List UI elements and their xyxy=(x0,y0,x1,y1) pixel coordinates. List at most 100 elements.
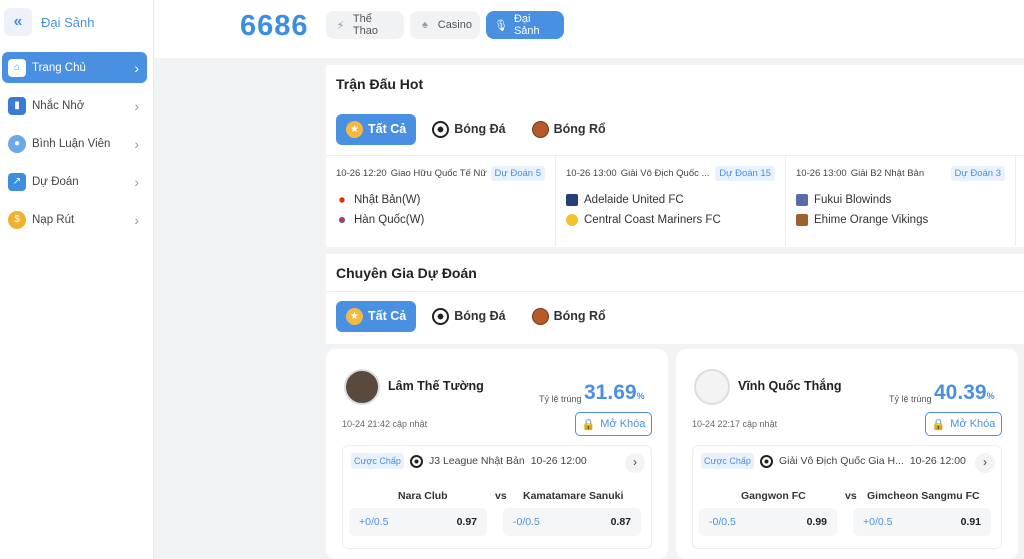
bookmark-icon: ▮ xyxy=(8,96,26,115)
percent-sign: % xyxy=(636,391,645,401)
unlock-label: Mở Khóa xyxy=(950,418,996,430)
tab-label: Bóng Đá xyxy=(454,309,506,323)
tab-basketball[interactable]: Bóng Rổ xyxy=(522,114,616,145)
chevron-right-icon: › xyxy=(134,173,139,190)
soccer-ball-icon xyxy=(759,454,773,468)
star-icon: ★ xyxy=(346,120,363,138)
odds-away[interactable]: +0/0.5 0.91 xyxy=(853,508,991,536)
odds-away[interactable]: -0/0.5 0.87 xyxy=(503,508,641,536)
odds-home[interactable]: -0/0.5 0.99 xyxy=(699,508,837,536)
prediction-badge: Dự Đoán 5 xyxy=(490,166,545,181)
away-team: Ehime Orange Vikings xyxy=(814,214,929,226)
odds-value: 0.97 xyxy=(456,516,477,528)
lock-icon: 🔒 xyxy=(931,418,946,431)
sidebar-item-commentators[interactable]: ● Bình Luận Viên › xyxy=(2,128,147,159)
match-card[interactable]: 10-26 13:00 Giải Vô Địch Quốc ... Dự Đoán … xyxy=(556,156,786,246)
team-crest-icon xyxy=(566,194,578,206)
expert-name: Vĩnh Quốc Thắng xyxy=(738,379,842,393)
updated-time: 10-24 21:42 cập nhật xyxy=(342,419,428,429)
expert-name: Lâm Thế Tường xyxy=(388,379,484,393)
unlock-button[interactable]: 🔒 Mở Khóa xyxy=(575,412,652,436)
japan-flag-icon xyxy=(336,194,348,206)
match-time: 10-26 12:00 xyxy=(909,455,966,467)
chevron-right-icon: › xyxy=(134,135,139,152)
percent-sign: % xyxy=(986,391,995,401)
microphone-icon: 🎙 xyxy=(494,19,508,32)
odds-value: 0.91 xyxy=(960,516,981,528)
bet-type-badge: Cược Chấp xyxy=(351,453,404,469)
hit-rate: 40.39% xyxy=(934,381,995,405)
match-time: 10-26 12:00 xyxy=(530,455,587,467)
match-card[interactable]: 10-26 13:00 Giải B2 Nhật Bản Dự Đoán 3 Fuk… xyxy=(786,156,1016,246)
sidebar-item-reminder[interactable]: ▮ Nhắc Nhở › xyxy=(2,90,147,121)
tab-football[interactable]: Bóng Đá xyxy=(422,114,515,145)
basketball-icon xyxy=(531,120,549,138)
top-bar: 6686 ⚡ Thể Thao ♠ Casino 🎙 Đại Sảnh xyxy=(154,0,1024,58)
prediction-badge: Dự Đoán 3 xyxy=(950,166,1005,181)
hot-match-list: 10-26 12:20 Giao Hữu Quốc Tế Nữ Dự Đoán 5 … xyxy=(326,155,1024,246)
vs-label: vs xyxy=(495,490,507,502)
match-time: 10-26 13:00 xyxy=(796,168,847,179)
chevron-right-icon: › xyxy=(134,97,139,114)
chevron-right-icon[interactable]: › xyxy=(975,453,995,473)
sidebar-item-label: Trang Chủ xyxy=(32,61,86,74)
experts-panel: Chuyên Gia Dự Đoán ★ Tất Cả Bóng Đá Bóng … xyxy=(326,254,1024,344)
korea-flag-icon xyxy=(336,214,348,226)
handicap-line: +0/0.5 xyxy=(359,516,389,528)
match-card[interactable]: 10-26 12:20 Giao Hữu Quốc Tế Nữ Dự Đoán 5 … xyxy=(326,156,556,246)
sidebar-item-home[interactable]: ⌂ Trang Chủ › xyxy=(2,52,147,83)
home-team: Adelaide United FC xyxy=(584,194,684,206)
star-icon: ★ xyxy=(346,307,363,325)
odds-value: 0.99 xyxy=(806,516,827,528)
sidebar-item-deposit[interactable]: $ Nạp Rút › xyxy=(2,204,147,235)
match-league: Giao Hữu Quốc Tế Nữ xyxy=(390,168,487,179)
league-name: J3 League Nhật Bản xyxy=(428,455,525,467)
hot-matches-title: Trận Đấu Hot xyxy=(336,76,424,92)
sidebar-header: « Đại Sảnh xyxy=(0,0,153,44)
tab-sports[interactable]: ⚡ Thể Thao xyxy=(326,11,404,39)
prediction-badge: Dự Đoán 15 xyxy=(715,166,775,181)
handicap-line: -0/0.5 xyxy=(513,516,540,528)
experts-title: Chuyên Gia Dự Đoán xyxy=(326,254,1024,292)
tab-label: Đại Sảnh xyxy=(513,13,540,37)
tab-label: Thể Thao xyxy=(352,13,378,37)
tab-lobby[interactable]: 🎙 Đại Sảnh xyxy=(486,11,564,39)
league-name: Giải Vô Địch Quốc Gia H... xyxy=(778,455,904,467)
chevron-right-icon: › xyxy=(134,211,139,228)
home-team: Nara Club xyxy=(398,490,448,502)
tab-football[interactable]: Bóng Đá xyxy=(422,301,515,332)
handicap-line: -0/0.5 xyxy=(709,516,736,528)
odds-value: 0.87 xyxy=(610,516,631,528)
handicap-line: +0/0.5 xyxy=(863,516,893,528)
prediction-box[interactable]: Cược Chấp Giải Vô Địch Quốc Gia H... 10-… xyxy=(692,445,1002,549)
hit-rate-value: 31.69 xyxy=(584,381,637,404)
tab-basketball[interactable]: Bóng Rổ xyxy=(522,301,616,332)
vs-label: vs xyxy=(845,490,857,502)
sidebar-item-label: Nhắc Nhở xyxy=(32,99,85,112)
coin-icon: $ xyxy=(8,210,26,229)
unlock-button[interactable]: 🔒 Mở Khóa xyxy=(925,412,1002,436)
match-league: Giải B2 Nhật Bản xyxy=(850,168,925,179)
expert-card[interactable]: Vĩnh Quốc Thắng Tỷ lệ trúng 40.39% 10-24… xyxy=(676,349,1018,559)
avatar xyxy=(694,369,730,405)
microphone-icon: ● xyxy=(8,134,26,153)
sidebar-title: Đại Sảnh xyxy=(41,14,95,30)
prediction-box[interactable]: Cược Chấp J3 League Nhật Bản 10-26 12:00… xyxy=(342,445,652,549)
tab-casino[interactable]: ♠ Casino xyxy=(410,11,480,39)
away-team: Kamatamare Sanuki xyxy=(523,490,624,502)
expert-card[interactable]: Lâm Thế Tường Tỷ lệ trúng 31.69% 10-24 2… xyxy=(326,349,668,559)
expert-cards: Lâm Thế Tường Tỷ lệ trúng 31.69% 10-24 2… xyxy=(326,349,1024,559)
tab-all[interactable]: ★ Tất Cả xyxy=(336,300,417,332)
home-team: Nhật Bản(W) xyxy=(354,194,421,206)
chevron-right-icon: › xyxy=(134,59,139,76)
hit-rate-value: 40.39 xyxy=(934,381,987,404)
collapse-chevrons-icon[interactable]: « xyxy=(4,8,32,36)
logo: 6686 xyxy=(240,10,309,42)
sidebar-item-predictions[interactable]: ↗ Dự Đoán › xyxy=(2,166,147,197)
tab-label: Tất Cả xyxy=(368,122,407,136)
chevron-right-icon[interactable]: › xyxy=(625,453,645,473)
tab-label: Tất Cả xyxy=(368,309,407,323)
tab-all[interactable]: ★ Tất Cả xyxy=(336,113,417,145)
home-team: Gangwon FC xyxy=(741,490,806,502)
odds-home[interactable]: +0/0.5 0.97 xyxy=(349,508,487,536)
